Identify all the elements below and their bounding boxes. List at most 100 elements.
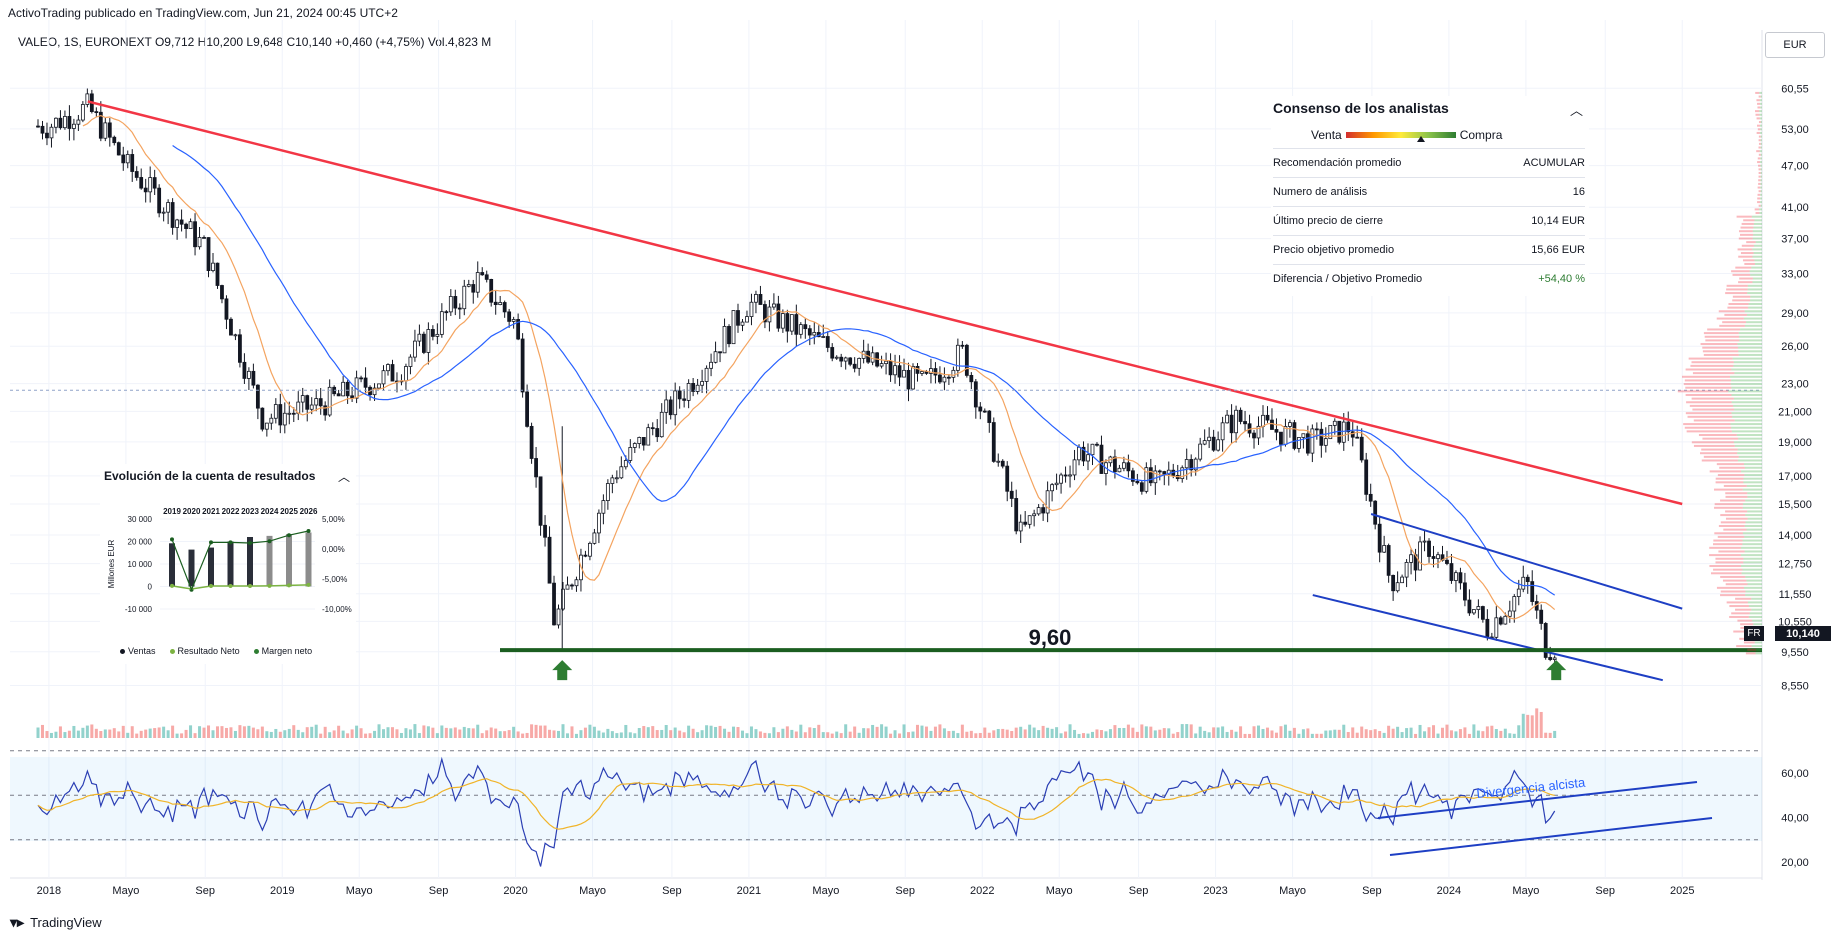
candle-body [49, 126, 54, 139]
volume-profile-bar [1760, 168, 1762, 171]
volume-profile-bar [1757, 102, 1761, 105]
volume-bar [175, 733, 179, 738]
volume-profile-bar [1738, 230, 1753, 233]
candle-body [336, 393, 341, 397]
candle-body [1041, 507, 1046, 514]
volume-bar [1315, 733, 1319, 738]
volume-profile-bar [1703, 353, 1739, 356]
candle-body [170, 202, 175, 228]
volume-profile-bar [1754, 259, 1762, 262]
volume-bar [956, 733, 960, 738]
volume-profile-bar [1738, 350, 1762, 353]
volume-bar [377, 724, 381, 738]
candle-body [300, 395, 305, 403]
volume-bar [498, 731, 502, 738]
volume-profile-bar [1731, 379, 1762, 382]
volume-bar [678, 730, 682, 738]
sentiment-bar [1345, 132, 1456, 142]
volume-profile-bar [1732, 273, 1751, 276]
volume-profile-bar [1760, 135, 1762, 138]
volume-profile-bar [1743, 463, 1762, 466]
buy-label: Compra [1459, 128, 1503, 142]
volume-profile-bar [1733, 397, 1762, 400]
volume-profile-bar [1760, 190, 1762, 193]
candle-body [255, 384, 260, 409]
tradingview-logo-icon: ▾▸ [10, 914, 25, 930]
volume-bar [1221, 726, 1225, 738]
volume-bar [184, 729, 188, 738]
volume-profile-bar [1742, 532, 1762, 535]
candle-body [1207, 436, 1212, 442]
volume-bar [907, 732, 911, 738]
candle-body [318, 398, 323, 407]
channel-lower-line [1312, 594, 1664, 682]
candle-body [834, 356, 839, 359]
volume-bar [1418, 724, 1422, 738]
candle-body [157, 187, 162, 214]
volume-bar [1472, 724, 1476, 738]
volume-profile-bar [1760, 186, 1762, 189]
volume-profile-bar [1729, 615, 1749, 618]
volume-profile-bar [1723, 484, 1747, 487]
candle-body [1238, 409, 1243, 422]
volume-profile-bar [1745, 594, 1762, 597]
candle-body [260, 407, 265, 430]
volume-profile-bar [1745, 575, 1762, 578]
candle-body [1507, 610, 1512, 617]
volume-bar [942, 728, 946, 738]
volume-profile-bar [1715, 481, 1744, 484]
volume-profile-bar [1751, 608, 1762, 611]
chevron-up-icon[interactable]: ︿ [1570, 100, 1583, 119]
volume-bar [1230, 729, 1234, 738]
volume-profile-bar [1709, 565, 1741, 568]
volume-bar [669, 730, 673, 738]
volume-profile-bar [1760, 95, 1762, 98]
candle-body [246, 370, 251, 379]
volume-bar [1158, 729, 1162, 738]
candle-body [722, 326, 727, 354]
volume-profile-bar [1700, 452, 1738, 455]
volume-profile-bar [1760, 106, 1762, 109]
volume-bar [996, 728, 1000, 738]
volume-profile-bar [1758, 182, 1761, 185]
analyst-row: Diferencia / Objetivo Promedio +54,40 % [1273, 264, 1585, 293]
candle-body [785, 313, 790, 332]
volume-bar [1270, 730, 1274, 738]
volume-profile-bar [1733, 404, 1762, 407]
candle-body [36, 125, 40, 128]
volume-profile-bar [1748, 615, 1762, 618]
volume-bar [1360, 726, 1364, 738]
volume-bar [1032, 727, 1036, 738]
candle-body [206, 237, 211, 272]
time-tick-label: 2020 [503, 885, 527, 897]
volume-bar [880, 724, 884, 738]
volume-profile-bar [1738, 281, 1753, 284]
volume-profile-bar [1758, 204, 1761, 207]
volume-bar [1010, 731, 1014, 738]
fin-right-tick: -5,00% [322, 575, 347, 584]
volume-bar [521, 733, 525, 738]
volume-bar [929, 730, 933, 738]
volume-profile-bar [1734, 408, 1762, 411]
volume-profile-bar [1760, 121, 1762, 124]
volume-bar [1090, 731, 1094, 738]
currency-selector[interactable]: EUR [1765, 32, 1825, 58]
candle-body [614, 477, 619, 480]
volume-bar [1346, 732, 1350, 738]
price-tick-label: 15,500 [1778, 499, 1812, 511]
volume-profile-bar [1760, 164, 1762, 167]
volume-profile-bar [1737, 619, 1753, 622]
price-tick-label: 17,000 [1778, 471, 1812, 483]
brand-name: TradingView [30, 915, 102, 930]
volume-bar [364, 733, 368, 738]
volume-bar [1180, 724, 1184, 738]
volume-profile-bar [1725, 492, 1748, 495]
volume-profile-bar [1755, 212, 1760, 215]
volume-bar [1297, 733, 1301, 738]
volume-bar [135, 733, 139, 738]
volume-profile-bar [1731, 412, 1762, 415]
volume-profile-bar [1734, 419, 1762, 422]
volume-bar [408, 729, 412, 738]
candle-body [1139, 482, 1144, 492]
volume-bar [1463, 727, 1467, 738]
